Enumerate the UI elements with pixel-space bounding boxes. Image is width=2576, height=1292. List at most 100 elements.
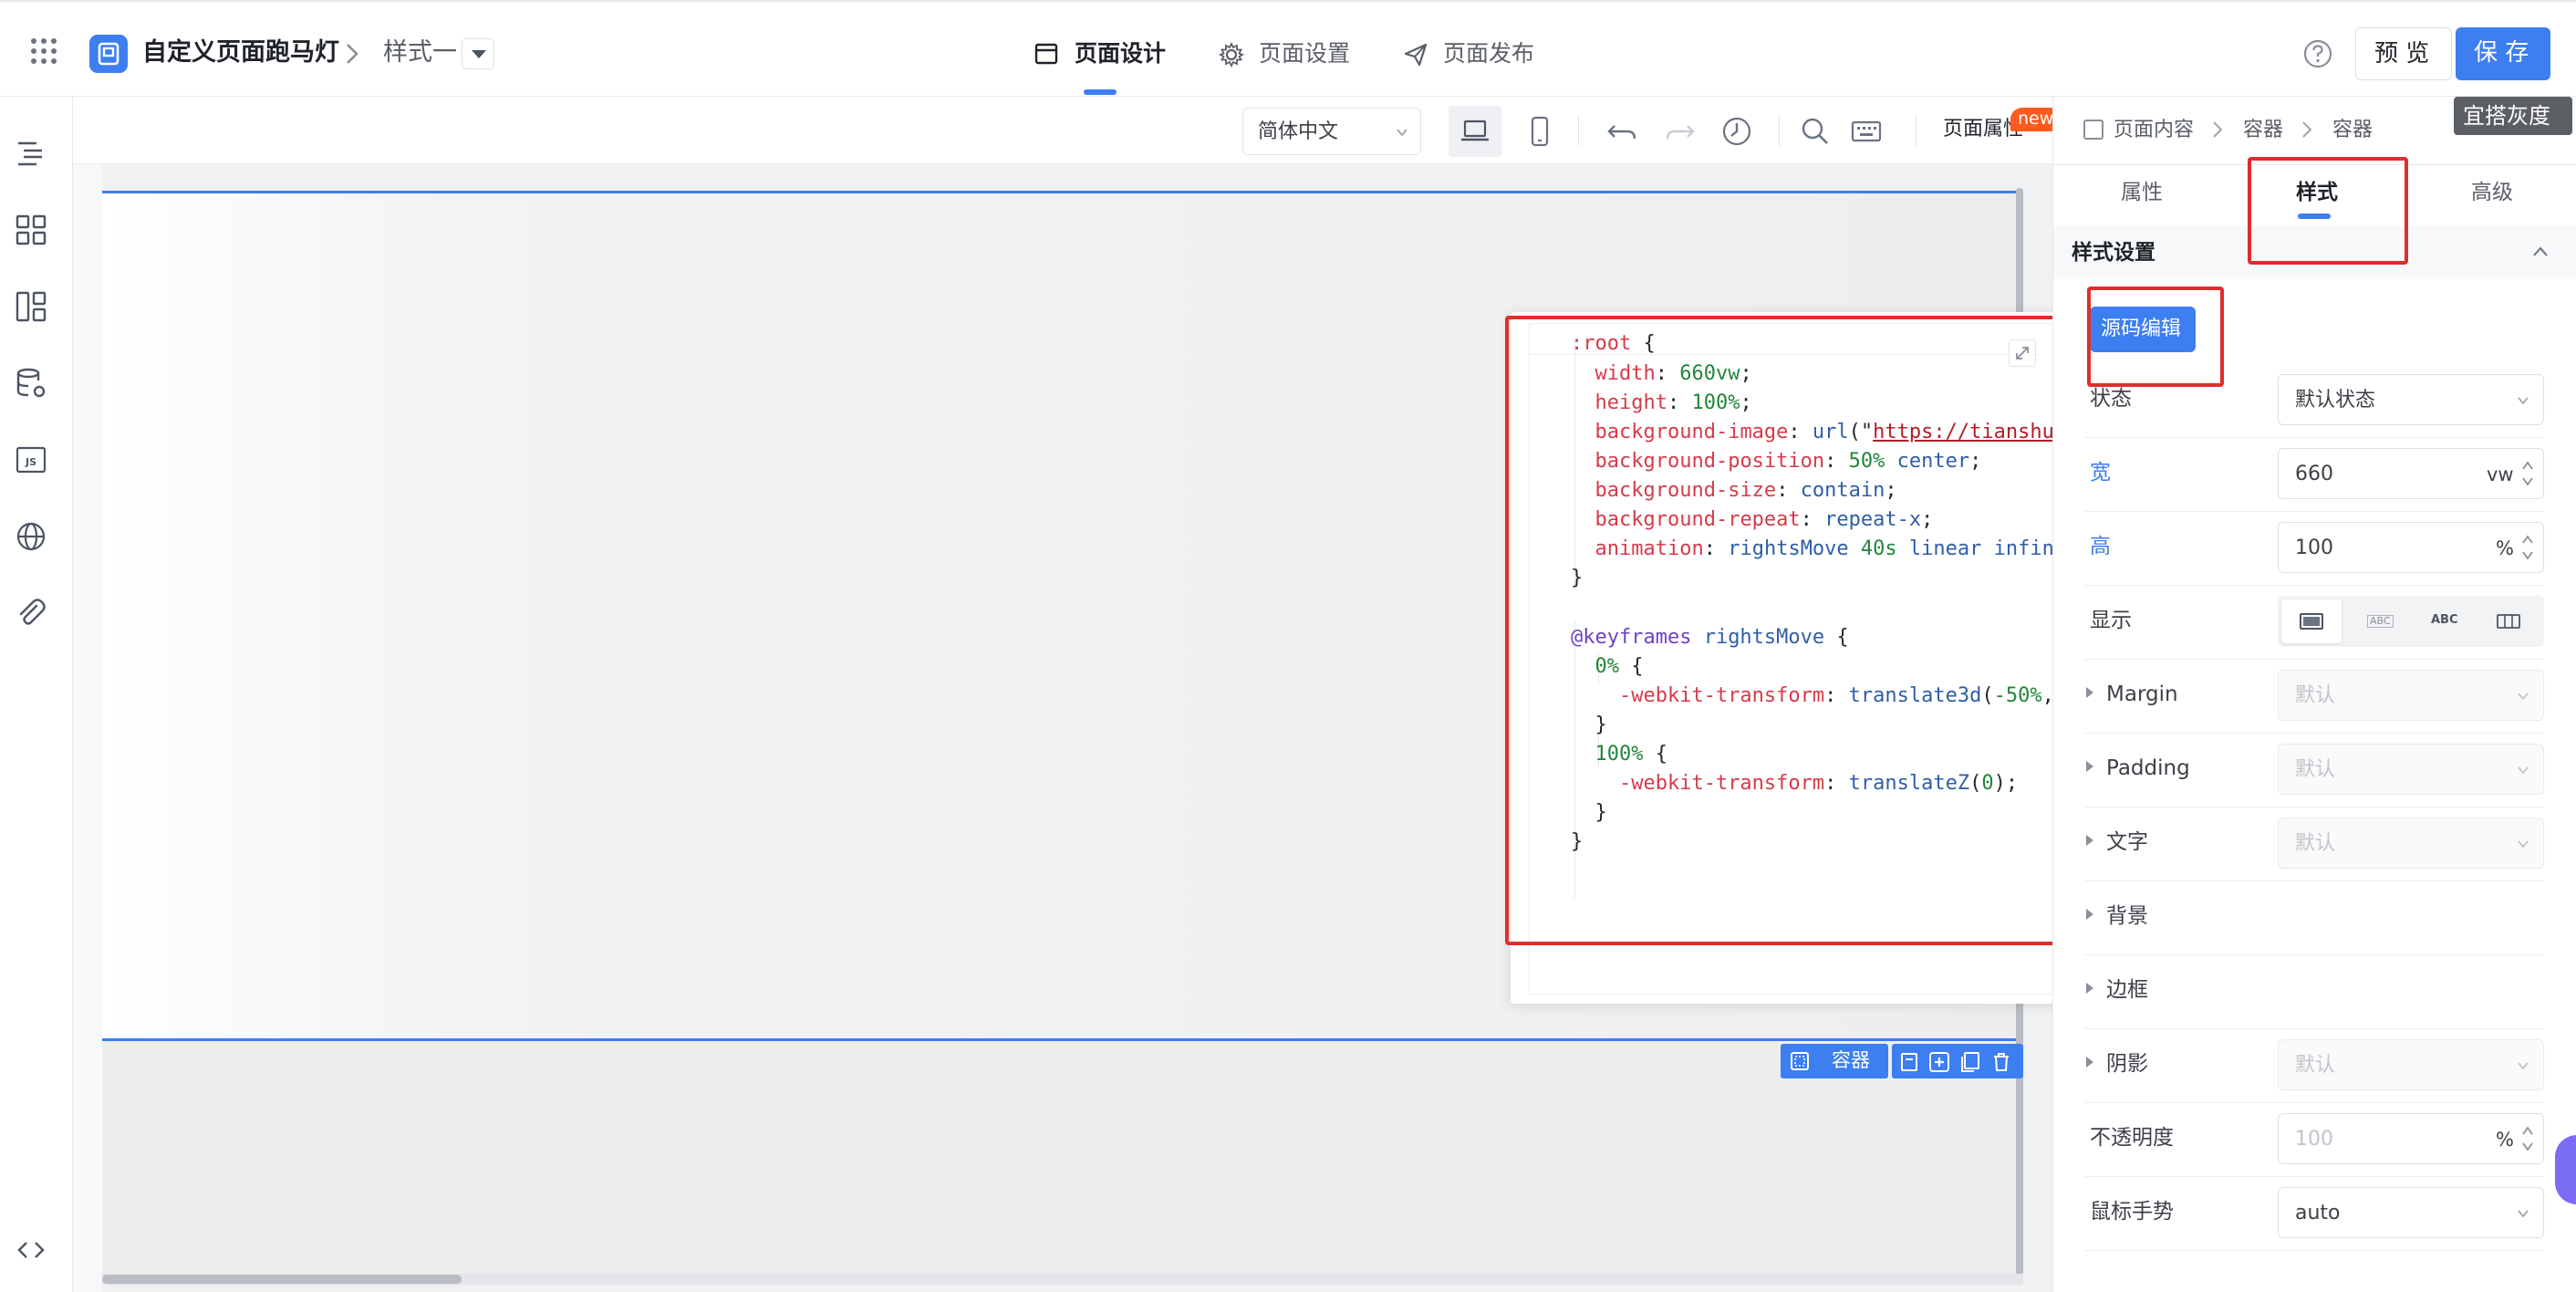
page-icon [2083,120,2103,140]
width-label: 宽 [2090,461,2111,484]
data-source-icon[interactable] [15,367,47,400]
caret-right-icon[interactable] [2084,834,2095,847]
delete-icon[interactable] [1990,1051,2012,1073]
apps-grid-icon[interactable] [29,36,58,66]
code-line: -webkit-transform: translateZ(0); [1618,772,2019,795]
row-divider [2084,585,2544,586]
shadow-label[interactable]: 阴影 [2106,1054,2148,1075]
decrement-icon[interactable] [2521,1141,2534,1152]
globe-icon[interactable] [15,520,47,553]
page-body-area[interactable] [102,1041,2023,1286]
source-code-editor[interactable]: :root { width: 660vw; height: 100%; back… [1511,312,2072,1004]
code-line: background-position: 50% center; [1594,450,1982,473]
state-select[interactable]: 默认状态 [2278,374,2544,425]
tab-properties[interactable]: 属性 [2121,182,2163,203]
canvas-toolbar: 简体中文 页面属性 new [73,97,2063,164]
preview-button[interactable]: 预 览 [2355,27,2452,80]
opacity-label: 不透明度 [2090,1126,2174,1150]
decrement-icon[interactable] [2521,476,2534,487]
edit-icon[interactable] [1899,1051,1921,1073]
attachment-icon[interactable] [15,597,47,630]
width-input[interactable]: 660 vw [2278,448,2544,499]
height-input[interactable]: 100 % [2278,522,2544,573]
display-inline-option[interactable]: ABC [2413,599,2473,643]
code-line: @keyframes rightsMove { [1571,626,1849,649]
caret-right-icon[interactable] [2084,686,2095,699]
expand-editor-icon[interactable] [2009,339,2036,367]
chevron-up-icon [2533,246,2548,256]
style-breadcrumb[interactable]: 样式一 [383,40,457,65]
margin-select[interactable]: 默认 [2278,670,2544,721]
caret-right-icon[interactable] [2084,982,2095,995]
keyboard-icon[interactable] [1850,115,1883,148]
history-clock-icon[interactable] [1720,115,1753,148]
padding-select[interactable]: 默认 [2278,744,2544,795]
save-button[interactable]: 保 存 [2456,27,2550,80]
caret-right-icon[interactable] [2084,908,2095,921]
style-section-header[interactable]: 样式设置 [2053,226,2576,279]
code-line: animation: rightsMove 40s linear infini [1594,537,2067,560]
chevron-down-icon [2518,1210,2529,1218]
text-select[interactable]: 默认 [2278,818,2544,869]
language-value: 简体中文 [1258,120,1339,143]
copy-icon[interactable] [1959,1051,1981,1073]
code-line: } [1571,714,1607,736]
increment-icon[interactable] [2521,1125,2534,1136]
help-icon[interactable] [2302,38,2333,69]
code-line: } [1571,830,1584,853]
undo-icon[interactable] [1605,115,1638,148]
desktop-view-button[interactable] [1449,106,1501,157]
width-unit-select[interactable]: vw [2487,465,2514,484]
container-tag[interactable]: 容器 [1781,1044,1888,1078]
js-code-icon[interactable]: JS [15,443,47,476]
shadow-select[interactable]: 默认 [2278,1039,2544,1090]
width-value: 660 [2295,463,2333,485]
code-brackets-icon[interactable] [15,1234,47,1266]
outline-tree-icon[interactable] [15,137,47,170]
breadcrumb-item[interactable]: 页面内容 [2114,120,2194,141]
height-unit-select[interactable]: % [2496,539,2514,558]
preview-label: 预 览 [2374,40,2430,68]
breadcrumb-item[interactable]: 容器 [2243,120,2283,141]
display-block-option[interactable] [2281,599,2342,643]
horizontal-scrollbar-thumb[interactable] [102,1275,462,1284]
border-label[interactable]: 边框 [2106,980,2148,1001]
source-edit-button[interactable]: 源码编辑 [2090,307,2196,352]
tab-advanced[interactable]: 高级 [2471,182,2513,203]
display-inline-block-option[interactable]: ABC [2349,599,2409,643]
text-label[interactable]: 文字 [2106,832,2148,853]
language-select[interactable]: 简体中文 [1242,108,1421,155]
cursor-select[interactable]: auto [2278,1187,2544,1238]
background-label[interactable]: 背景 [2106,906,2148,927]
style-dropdown-button[interactable] [462,38,494,69]
code-line: } [1571,801,1607,824]
caret-right-icon[interactable] [2084,760,2095,773]
row-divider [2084,437,2544,438]
breadcrumb-chevron-icon [343,42,361,66]
container-icon [1791,1052,1809,1070]
row-divider [2084,1028,2544,1029]
tab-style[interactable]: 样式 [2296,182,2338,203]
decrement-icon[interactable] [2521,550,2534,561]
mobile-view-icon[interactable] [1523,115,1556,148]
opacity-input[interactable]: 100 % [2278,1113,2544,1164]
breadcrumb-item[interactable]: 容器 [2332,120,2373,141]
row-divider [2084,1102,2544,1103]
chevron-down-icon [2518,766,2529,775]
display-flex-option[interactable] [2478,599,2539,643]
margin-label[interactable]: Margin [2106,684,2178,705]
redo-icon[interactable] [1664,115,1697,148]
shadow-value: 默认 [2295,1054,2336,1077]
inline-icon: ABC [2431,613,2458,627]
caret-right-icon[interactable] [2084,1056,2095,1068]
chevron-down-icon [2518,693,2529,701]
padding-label[interactable]: Padding [2106,758,2190,779]
increment-icon[interactable] [2521,460,2534,471]
search-icon[interactable] [1799,115,1832,148]
assistant-bubble-icon[interactable] [2555,1135,2576,1204]
code-line: background-image: url("https://tianshu- [1594,421,2067,443]
add-icon[interactable] [1928,1051,1950,1073]
layout-panels-icon[interactable] [15,290,47,323]
increment-icon[interactable] [2521,534,2534,545]
components-grid-icon[interactable] [15,214,47,246]
